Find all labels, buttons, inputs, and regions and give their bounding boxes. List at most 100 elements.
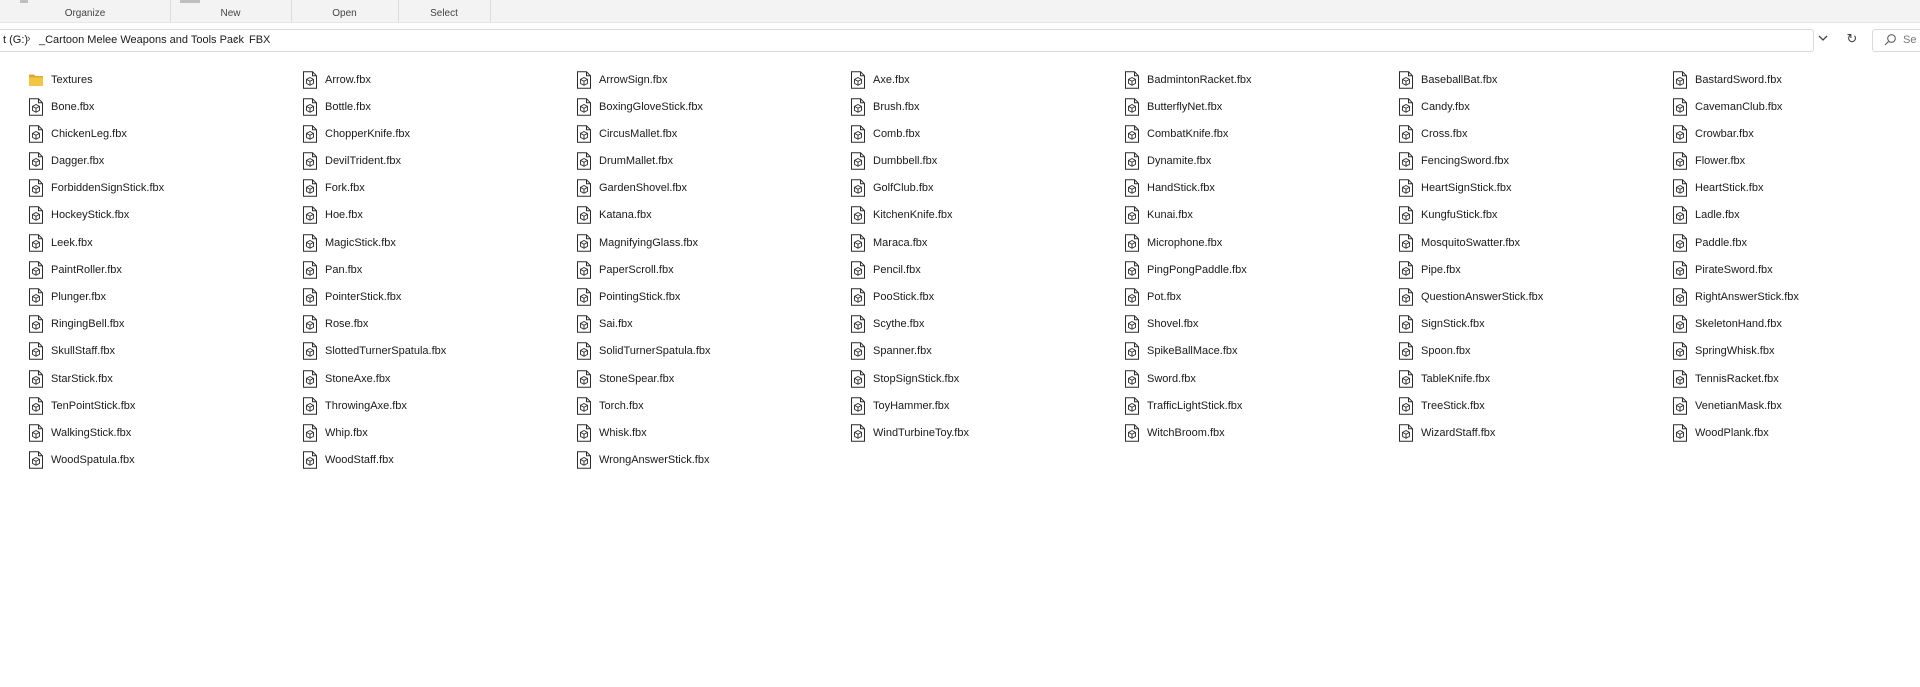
file-item[interactable]: Scythe.fbx: [850, 311, 1124, 338]
search-box[interactable]: Se: [1872, 29, 1920, 52]
file-item[interactable]: Pan.fbx: [302, 256, 576, 283]
file-item[interactable]: SpikeBallMace.fbx: [1124, 338, 1398, 365]
file-item[interactable]: Katana.fbx: [576, 202, 850, 229]
file-item[interactable]: BadmintonRacket.fbx: [1124, 66, 1398, 93]
file-item[interactable]: QuestionAnswerStick.fbx: [1398, 284, 1672, 311]
file-item[interactable]: Microphone.fbx: [1124, 229, 1398, 256]
file-item[interactable]: Shovel.fbx: [1124, 311, 1398, 338]
file-item[interactable]: KungfuStick.fbx: [1398, 202, 1672, 229]
file-item[interactable]: Dagger.fbx: [28, 148, 302, 175]
file-item[interactable]: BaseballBat.fbx: [1398, 66, 1672, 93]
file-item[interactable]: Plunger.fbx: [28, 284, 302, 311]
file-item[interactable]: StopSignStick.fbx: [850, 365, 1124, 392]
file-item[interactable]: ToyHammer.fbx: [850, 392, 1124, 419]
file-item[interactable]: Axe.fbx: [850, 66, 1124, 93]
file-item[interactable]: PirateSword.fbx: [1672, 256, 1920, 283]
file-item[interactable]: Cross.fbx: [1398, 120, 1672, 147]
file-item[interactable]: SkeletonHand.fbx: [1672, 311, 1920, 338]
file-item[interactable]: TrafficLightStick.fbx: [1124, 392, 1398, 419]
file-item[interactable]: PaintRoller.fbx: [28, 256, 302, 283]
ribbon-group-open[interactable]: Open: [291, 0, 399, 22]
breadcrumb-subfolder[interactable]: FBX: [249, 34, 270, 46]
breadcrumb-folder[interactable]: _Cartoon Melee Weapons and Tools Pack: [39, 34, 244, 46]
file-item[interactable]: PointingStick.fbx: [576, 284, 850, 311]
file-item[interactable]: DevilTrident.fbx: [302, 148, 576, 175]
file-item[interactable]: WoodPlank.fbx: [1672, 419, 1920, 446]
file-item[interactable]: GardenShovel.fbx: [576, 175, 850, 202]
file-item[interactable]: Leek.fbx: [28, 229, 302, 256]
file-item[interactable]: SkullStaff.fbx: [28, 338, 302, 365]
file-item[interactable]: TenPointStick.fbx: [28, 392, 302, 419]
file-item[interactable]: Bone.fbx: [28, 93, 302, 120]
file-item[interactable]: Flower.fbx: [1672, 148, 1920, 175]
file-item[interactable]: HeartStick.fbx: [1672, 175, 1920, 202]
file-item[interactable]: BastardSword.fbx: [1672, 66, 1920, 93]
ribbon-group-new[interactable]: New: [170, 0, 292, 22]
file-item[interactable]: StarStick.fbx: [28, 365, 302, 392]
file-item[interactable]: VenetianMask.fbx: [1672, 392, 1920, 419]
file-item[interactable]: GolfClub.fbx: [850, 175, 1124, 202]
file-item[interactable]: Pencil.fbx: [850, 256, 1124, 283]
file-item[interactable]: ArrowSign.fbx: [576, 66, 850, 93]
file-item[interactable]: Arrow.fbx: [302, 66, 576, 93]
file-item[interactable]: WizardStaff.fbx: [1398, 419, 1672, 446]
file-item[interactable]: Fork.fbx: [302, 175, 576, 202]
file-item[interactable]: MosquitoSwatter.fbx: [1398, 229, 1672, 256]
file-item[interactable]: MagicStick.fbx: [302, 229, 576, 256]
file-item[interactable]: Sai.fbx: [576, 311, 850, 338]
file-item[interactable]: Spanner.fbx: [850, 338, 1124, 365]
file-item[interactable]: WitchBroom.fbx: [1124, 419, 1398, 446]
ribbon-group-select[interactable]: Select: [398, 0, 491, 22]
file-item[interactable]: ChickenLeg.fbx: [28, 120, 302, 147]
file-item[interactable]: ButterflyNet.fbx: [1124, 93, 1398, 120]
file-item[interactable]: TreeStick.fbx: [1398, 392, 1672, 419]
ribbon-group-organize[interactable]: Organize: [0, 0, 171, 22]
file-item[interactable]: Hoe.fbx: [302, 202, 576, 229]
file-item[interactable]: CavemanClub.fbx: [1672, 93, 1920, 120]
file-item[interactable]: StoneAxe.fbx: [302, 365, 576, 392]
file-item[interactable]: Candy.fbx: [1398, 93, 1672, 120]
file-item[interactable]: Whip.fbx: [302, 419, 576, 446]
file-item[interactable]: Pot.fbx: [1124, 284, 1398, 311]
file-item[interactable]: Whisk.fbx: [576, 419, 850, 446]
file-item[interactable]: ThrowingAxe.fbx: [302, 392, 576, 419]
file-item[interactable]: MagnifyingGlass.fbx: [576, 229, 850, 256]
file-item[interactable]: StoneSpear.fbx: [576, 365, 850, 392]
file-item[interactable]: Crowbar.fbx: [1672, 120, 1920, 147]
file-item[interactable]: FencingSword.fbx: [1398, 148, 1672, 175]
file-item[interactable]: RingingBell.fbx: [28, 311, 302, 338]
file-item[interactable]: Brush.fbx: [850, 93, 1124, 120]
file-item[interactable]: WalkingStick.fbx: [28, 419, 302, 446]
file-item[interactable]: Bottle.fbx: [302, 93, 576, 120]
chevron-right-icon[interactable]: ›: [234, 33, 238, 45]
file-item[interactable]: ForbiddenSignStick.fbx: [28, 175, 302, 202]
file-item[interactable]: WoodSpatula.fbx: [28, 447, 302, 474]
file-item[interactable]: PaperScroll.fbx: [576, 256, 850, 283]
file-item[interactable]: WindTurbineToy.fbx: [850, 419, 1124, 446]
file-item[interactable]: Kunai.fbx: [1124, 202, 1398, 229]
file-item[interactable]: Maraca.fbx: [850, 229, 1124, 256]
file-item[interactable]: CombatKnife.fbx: [1124, 120, 1398, 147]
file-item[interactable]: RightAnswerStick.fbx: [1672, 284, 1920, 311]
file-item[interactable]: HockeyStick.fbx: [28, 202, 302, 229]
file-item[interactable]: Torch.fbx: [576, 392, 850, 419]
folder-item[interactable]: Textures: [28, 66, 302, 93]
file-item[interactable]: PooStick.fbx: [850, 284, 1124, 311]
refresh-button[interactable]: ↻: [1843, 30, 1861, 48]
file-item[interactable]: TableKnife.fbx: [1398, 365, 1672, 392]
file-item[interactable]: SolidTurnerSpatula.fbx: [576, 338, 850, 365]
chevron-down-icon[interactable]: [1816, 32, 1830, 46]
file-item[interactable]: KitchenKnife.fbx: [850, 202, 1124, 229]
file-item[interactable]: Pipe.fbx: [1398, 256, 1672, 283]
file-item[interactable]: Ladle.fbx: [1672, 202, 1920, 229]
file-item[interactable]: SignStick.fbx: [1398, 311, 1672, 338]
file-item[interactable]: DrumMallet.fbx: [576, 148, 850, 175]
file-item[interactable]: BoxingGloveStick.fbx: [576, 93, 850, 120]
file-item[interactable]: TennisRacket.fbx: [1672, 365, 1920, 392]
file-item[interactable]: Dumbbell.fbx: [850, 148, 1124, 175]
file-item[interactable]: WoodStaff.fbx: [302, 447, 576, 474]
file-item[interactable]: Rose.fbx: [302, 311, 576, 338]
file-item[interactable]: Sword.fbx: [1124, 365, 1398, 392]
file-item[interactable]: HeartSignStick.fbx: [1398, 175, 1672, 202]
file-item[interactable]: WrongAnswerStick.fbx: [576, 447, 850, 474]
